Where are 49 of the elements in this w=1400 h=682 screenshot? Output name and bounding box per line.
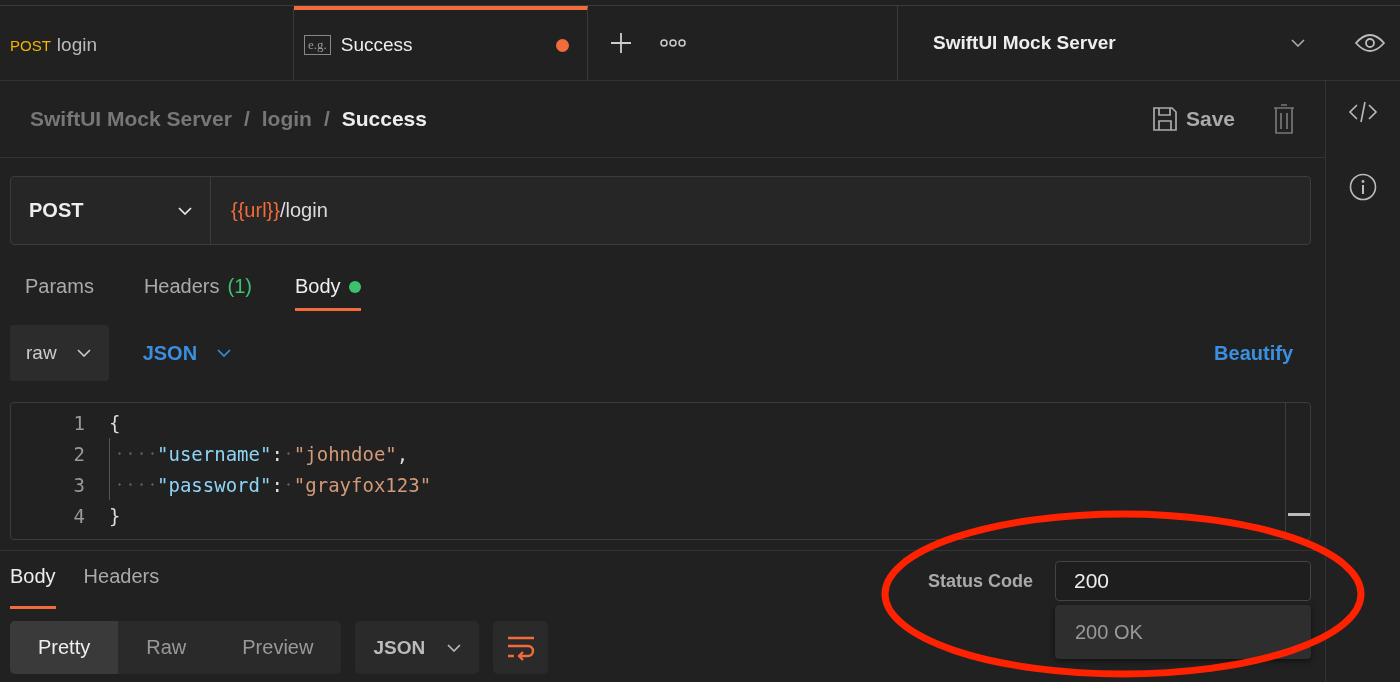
chevron-down-icon: [217, 349, 232, 357]
code-line: "password": "grayfox123": [109, 469, 432, 500]
status-code-field[interactable]: 200: [1055, 561, 1311, 601]
request-section-tab[interactable]: Body: [294, 267, 361, 311]
beautify-link[interactable]: Beautify: [1214, 341, 1293, 365]
trash-icon[interactable]: [1273, 104, 1295, 134]
body-mode-dropdown[interactable]: raw: [10, 325, 109, 381]
method-label: POST: [10, 36, 51, 54]
breadcrumb-item[interactable]: login: [261, 107, 312, 131]
info-icon[interactable]: [1349, 173, 1377, 201]
view-mode-tab[interactable]: Preview: [214, 621, 342, 674]
environment-dropdown[interactable]: SwiftUI Mock Server: [898, 6, 1340, 80]
wrap-lines-icon: [505, 634, 536, 661]
breadcrumb-item[interactable]: SwiftUI Mock Server: [30, 107, 232, 131]
plus-icon[interactable]: [610, 32, 632, 54]
chevron-down-icon: [76, 349, 91, 357]
code-line: {: [109, 410, 121, 436]
breadcrumb-separator: /: [243, 107, 250, 131]
tab-label: Success: [340, 34, 413, 56]
code-line: }: [109, 503, 121, 529]
line-number: 4: [72, 504, 86, 527]
line-number: 1: [72, 411, 86, 434]
request-tab[interactable]: e.g. Success: [294, 6, 588, 80]
code-line: "username": "johndoe",: [109, 438, 409, 469]
response-format-dropdown[interactable]: JSON: [355, 621, 480, 674]
request-tab[interactable]: POST login: [0, 6, 294, 80]
breadcrumb-separator: /: [323, 107, 330, 131]
chevron-down-icon: [1291, 39, 1305, 47]
request-section-tab[interactable]: Params: [10, 267, 109, 311]
status-code-label: Status Code: [928, 570, 1033, 592]
code-editor[interactable]: 1 { 2 "username": "johndoe", 3 "password": "grayfox123" 4 }: [10, 402, 1311, 540]
eye-icon[interactable]: [1355, 33, 1385, 53]
chevron-down-icon: [447, 643, 462, 652]
wrap-lines-button[interactable]: [493, 621, 549, 674]
suggestion-item[interactable]: 200 OK: [1055, 605, 1311, 659]
breadcrumb-item: Success: [341, 107, 427, 131]
response-tab[interactable]: Body: [10, 553, 56, 609]
response-tab[interactable]: Headers: [83, 553, 160, 609]
more-icon[interactable]: [660, 39, 686, 47]
body-format-dropdown[interactable]: JSON: [126, 325, 250, 381]
request-section-tab[interactable]: Headers (1): [128, 267, 267, 311]
line-number: 3: [72, 473, 86, 496]
save-button[interactable]: Save: [1145, 105, 1241, 133]
view-mode-tab[interactable]: Pretty: [10, 621, 119, 674]
line-number: 2: [72, 442, 86, 465]
view-mode-tab[interactable]: Raw: [118, 621, 215, 674]
code-icon[interactable]: [1348, 101, 1378, 123]
example-badge: e.g.: [304, 35, 331, 55]
tab-label: login: [56, 34, 97, 56]
